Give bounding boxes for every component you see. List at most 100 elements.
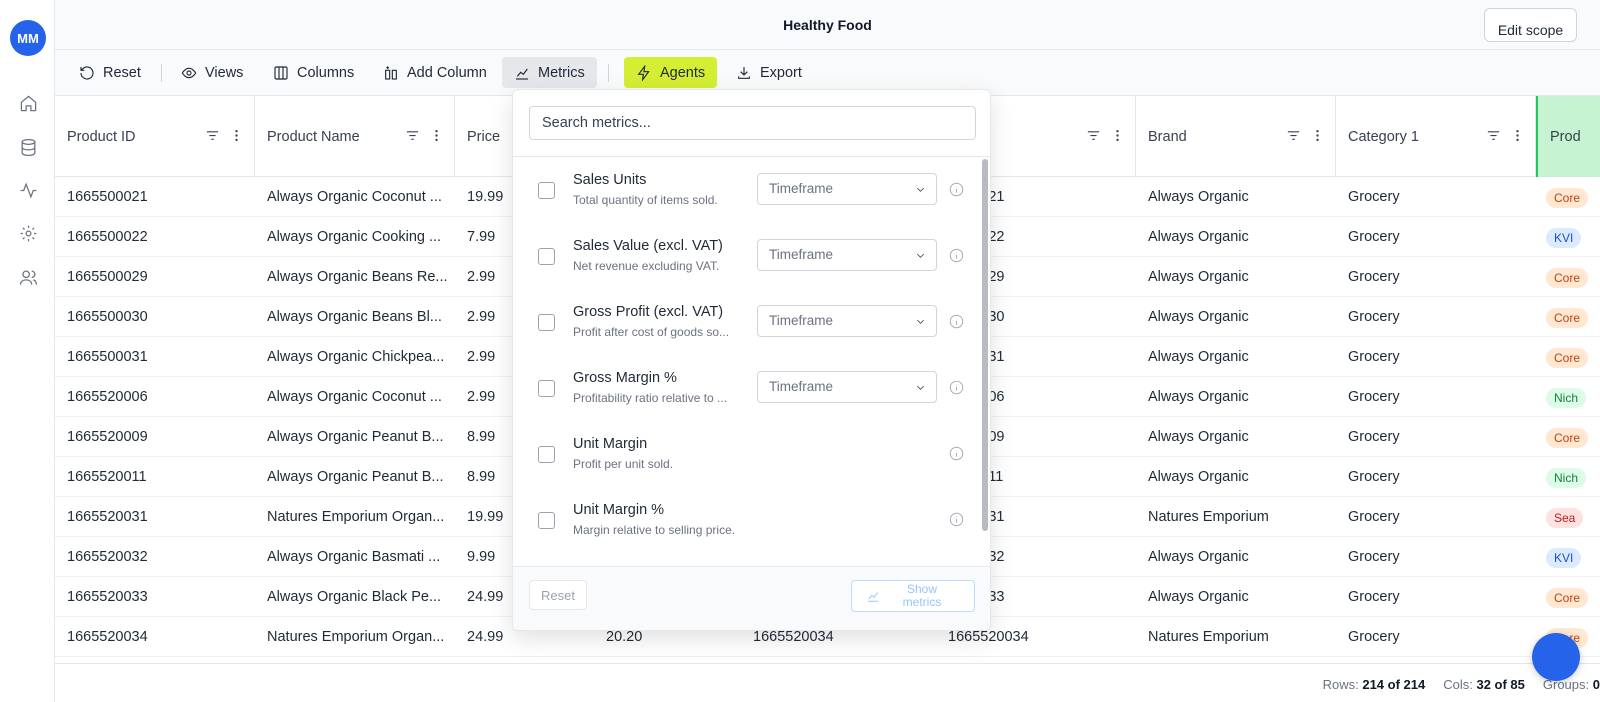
timeframe-select[interactable]: Timeframe (757, 305, 937, 337)
filter-icon[interactable] (1286, 128, 1301, 143)
table-cell-brand[interactable]: Always Organic (1136, 417, 1336, 457)
info-icon[interactable] (949, 512, 964, 527)
table-cell-brand[interactable]: Always Organic (1136, 337, 1336, 377)
column-header-product-name[interactable]: Product Name (255, 96, 455, 177)
column-header-category-1[interactable]: Category 1 (1336, 96, 1536, 177)
search-metrics-input[interactable] (529, 106, 976, 140)
users-icon[interactable] (16, 265, 40, 289)
timeframe-select[interactable]: Timeframe (757, 371, 937, 403)
timeframe-select[interactable]: Timeframe (757, 173, 937, 205)
table-cell-category[interactable]: Grocery (1336, 337, 1536, 377)
table-cell-id[interactable]: 1665500022 (55, 217, 255, 257)
metric-checkbox[interactable] (538, 314, 555, 331)
more-vertical-icon[interactable] (429, 128, 444, 143)
columns-button[interactable]: Columns (261, 57, 366, 88)
filter-icon[interactable] (1086, 128, 1101, 143)
metric-checkbox[interactable] (538, 446, 555, 463)
export-button[interactable]: Export (724, 57, 814, 88)
table-cell-brand[interactable]: Always Organic (1136, 377, 1336, 417)
table-cell-name[interactable]: Always Organic Chickpea... (255, 337, 455, 377)
table-cell-brand[interactable]: Always Organic (1136, 257, 1336, 297)
activity-icon[interactable] (16, 178, 40, 202)
info-icon[interactable] (949, 314, 964, 329)
timeframe-select[interactable]: Timeframe (757, 239, 937, 271)
more-vertical-icon[interactable] (1510, 128, 1525, 143)
more-vertical-icon[interactable] (1310, 128, 1325, 143)
chevron-down-icon (916, 253, 925, 258)
add-column-button[interactable]: Add Column (371, 57, 499, 88)
column-header-label: Product Name (267, 128, 360, 145)
column-header-brand[interactable]: Brand (1136, 96, 1336, 177)
table-cell-id[interactable]: 1665500029 (55, 257, 255, 297)
column-header-product-tag[interactable]: Prod (1536, 96, 1600, 177)
table-cell-brand[interactable]: Natures Emporium (1136, 617, 1336, 657)
show-metrics-button[interactable]: Show metrics (851, 580, 975, 612)
table-cell-id[interactable]: 1665520033 (55, 577, 255, 617)
table-cell-name[interactable]: Always Organic Beans Bl... (255, 297, 455, 337)
table-cell-brand[interactable]: Always Organic (1136, 577, 1336, 617)
info-icon[interactable] (949, 248, 964, 263)
avatar[interactable]: MM (10, 20, 46, 56)
table-cell-name[interactable]: Natures Emporium Organ... (255, 497, 455, 537)
reset-button[interactable]: Reset (67, 57, 153, 88)
table-cell-brand[interactable]: Always Organic (1136, 297, 1336, 337)
info-icon[interactable] (949, 182, 964, 197)
table-cell-id[interactable]: 1665500031 (55, 337, 255, 377)
views-button[interactable]: Views (169, 57, 255, 88)
metrics-scrollbar[interactable] (982, 159, 988, 531)
table-cell-category[interactable]: Grocery (1336, 577, 1536, 617)
table-cell-name[interactable]: Always Organic Cooking ... (255, 217, 455, 257)
filter-icon[interactable] (405, 128, 420, 143)
metric-checkbox[interactable] (538, 248, 555, 265)
table-cell-category[interactable]: Grocery (1336, 617, 1536, 657)
metrics-reset-button[interactable]: Reset (529, 580, 587, 610)
filter-icon[interactable] (1486, 128, 1501, 143)
table-cell-name[interactable]: Always Organic Peanut B... (255, 417, 455, 457)
table-cell-brand[interactable]: Always Organic (1136, 177, 1336, 217)
table-cell-id[interactable]: 1665500021 (55, 177, 255, 217)
table-cell-category[interactable]: Grocery (1336, 377, 1536, 417)
table-cell-brand[interactable]: Natures Emporium (1136, 497, 1336, 537)
table-cell-category[interactable]: Grocery (1336, 297, 1536, 337)
more-vertical-icon[interactable] (229, 128, 244, 143)
table-cell-category[interactable]: Grocery (1336, 457, 1536, 497)
table-cell-name[interactable]: Always Organic Beans Re... (255, 257, 455, 297)
table-cell-name[interactable]: Always Organic Basmati ... (255, 537, 455, 577)
metric-checkbox[interactable] (538, 182, 555, 199)
table-cell-id[interactable]: 1665520011 (55, 457, 255, 497)
filter-icon[interactable] (205, 128, 220, 143)
table-cell-name[interactable]: Always Organic Coconut ... (255, 177, 455, 217)
table-cell-id[interactable]: 1665500030 (55, 297, 255, 337)
table-cell-category[interactable]: Grocery (1336, 177, 1536, 217)
table-cell-category[interactable]: Grocery (1336, 417, 1536, 457)
table-cell-id[interactable]: 1665520034 (55, 617, 255, 657)
table-cell-name[interactable]: Always Organic Coconut ... (255, 377, 455, 417)
table-cell-id[interactable]: 1665520032 (55, 537, 255, 577)
table-cell-category[interactable]: Grocery (1336, 537, 1536, 577)
table-cell-id[interactable]: 1665520031 (55, 497, 255, 537)
table-cell-category[interactable]: Grocery (1336, 257, 1536, 297)
table-cell-brand[interactable]: Always Organic (1136, 457, 1336, 497)
more-vertical-icon[interactable] (1110, 128, 1125, 143)
table-cell-category[interactable]: Grocery (1336, 497, 1536, 537)
metric-checkbox[interactable] (538, 512, 555, 529)
table-cell-name[interactable]: Always Organic Peanut B... (255, 457, 455, 497)
column-header-product-id[interactable]: Product ID (55, 96, 255, 177)
chat-fab-button[interactable] (1532, 633, 1580, 681)
table-cell-brand[interactable]: Always Organic (1136, 537, 1336, 577)
edit-scope-button[interactable]: Edit scope (1484, 8, 1577, 42)
agents-button[interactable]: Agents (624, 57, 718, 88)
metric-checkbox[interactable] (538, 380, 555, 397)
info-icon[interactable] (949, 380, 964, 395)
table-cell-name[interactable]: Natures Emporium Organ... (255, 617, 455, 657)
table-cell-category[interactable]: Grocery (1336, 217, 1536, 257)
table-cell-id[interactable]: 1665520006 (55, 377, 255, 417)
info-icon[interactable] (949, 446, 964, 461)
table-cell-id[interactable]: 1665520009 (55, 417, 255, 457)
metrics-button[interactable]: Metrics (502, 57, 597, 88)
table-cell-name[interactable]: Always Organic Black Pe... (255, 577, 455, 617)
table-cell-brand[interactable]: Always Organic (1136, 217, 1336, 257)
database-icon[interactable] (16, 135, 40, 159)
settings-icon[interactable] (16, 221, 40, 245)
home-icon[interactable] (16, 91, 40, 115)
